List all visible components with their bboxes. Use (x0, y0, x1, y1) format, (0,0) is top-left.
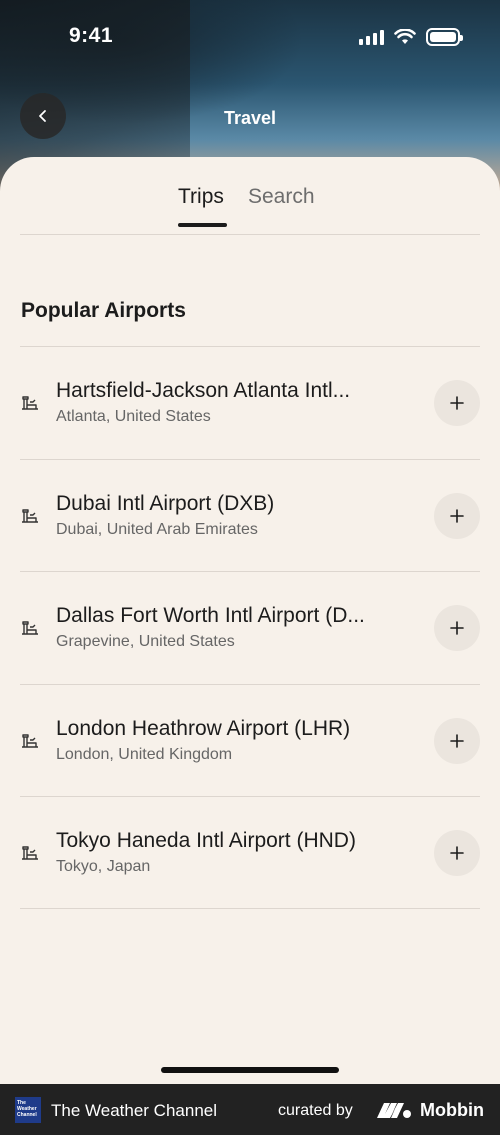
airport-name: Dubai Intl Airport (DXB) (56, 491, 275, 515)
airport-name: London Heathrow Airport (LHR) (56, 716, 351, 740)
airport-location: London, United Kingdom (56, 745, 233, 763)
wifi-icon (394, 29, 416, 44)
app-name: The Weather Channel (51, 1101, 218, 1120)
tab-search[interactable]: Search (248, 185, 315, 209)
add-airport-button[interactable] (434, 380, 480, 426)
curated-by-label: curated by (278, 1102, 353, 1119)
mobbin-brand-name: Mobbin (420, 1100, 484, 1120)
airport-list-item[interactable]: London Heathrow Airport (LHR) London, Un… (20, 683, 480, 797)
weather-channel-logo: The Weather Channel (15, 1097, 41, 1123)
airport-tower-icon (22, 846, 38, 860)
divider (20, 234, 480, 235)
home-indicator (161, 1067, 339, 1073)
airport-list-item[interactable]: Hartsfield-Jackson Atlanta Intl... Atlan… (20, 346, 480, 459)
tab-trips[interactable]: Trips (178, 185, 224, 209)
add-airport-button[interactable] (434, 492, 480, 539)
airport-location: Atlanta, United States (56, 408, 211, 425)
airport-tower-icon (22, 733, 38, 748)
airport-list-item[interactable]: Dubai Intl Airport (DXB) Dubai, United A… (20, 458, 480, 572)
airport-tower-icon (22, 621, 38, 635)
add-airport-button[interactable] (434, 830, 480, 876)
content-sheet: Trips Search Popular Airports Hartsfield… (0, 157, 500, 1084)
airport-list-item[interactable]: Dallas Fort Worth Intl Airport (D... Gra… (20, 571, 480, 684)
cellular-signal-icon (359, 29, 384, 45)
airport-location: Grapevine, United States (56, 633, 235, 650)
airport-name: Hartsfield-Jackson Atlanta Intl... (56, 379, 351, 402)
attribution-bar: The Weather Channel The Weather Channel … (0, 1084, 500, 1135)
add-airport-button[interactable] (434, 717, 480, 764)
airport-name: Tokyo Haneda Intl Airport (HND) (56, 829, 356, 852)
section-title: Popular Airports (21, 299, 186, 322)
airport-name: Dallas Fort Worth Intl Airport (D... (56, 604, 365, 627)
tab-bar: Trips Search (0, 181, 500, 231)
battery-icon (426, 28, 463, 46)
plus-icon (450, 508, 464, 523)
mobbin-logo-icon (377, 1103, 411, 1118)
status-icons (359, 28, 463, 46)
plus-icon (450, 621, 464, 635)
plus-icon (450, 396, 464, 410)
plus-icon (450, 733, 464, 748)
airport-tower-icon (22, 508, 38, 523)
page-title: Travel (223, 108, 277, 128)
airport-tower-icon (22, 396, 38, 410)
airport-list-item[interactable]: Tokyo Haneda Intl Airport (HND) Tokyo, J… (20, 796, 480, 909)
status-time: 9:41 (69, 24, 114, 47)
active-tab-indicator (178, 223, 227, 227)
status-bar: 9:41 (0, 0, 500, 74)
airport-location: Dubai, United Arab Emirates (56, 520, 258, 538)
plus-icon (450, 846, 464, 860)
add-airport-button[interactable] (434, 605, 480, 651)
airport-location: Tokyo, Japan (56, 858, 151, 875)
airport-list: Hartsfield-Jackson Atlanta Intl... Atlan… (20, 346, 480, 909)
